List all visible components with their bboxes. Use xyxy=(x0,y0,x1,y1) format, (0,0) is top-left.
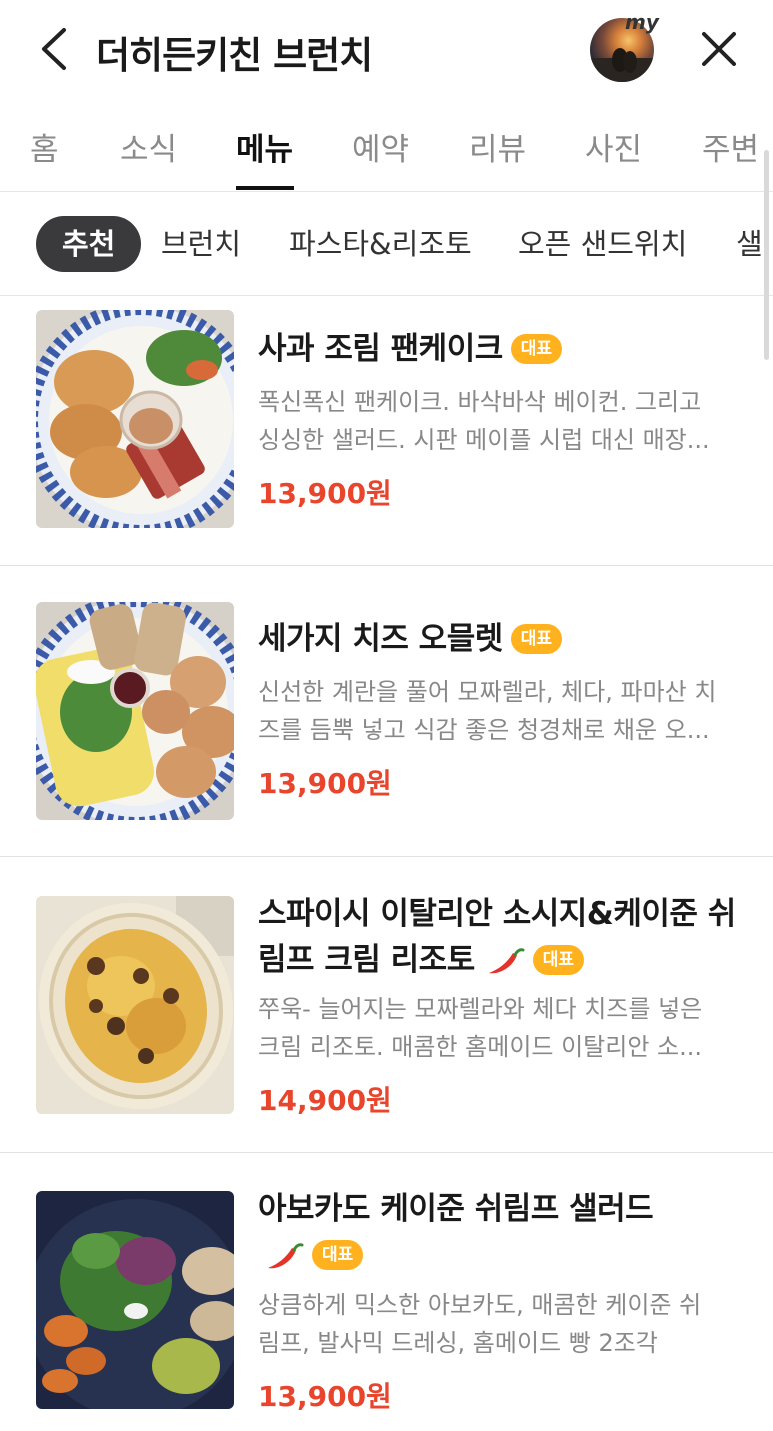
tab-news[interactable]: 소식 xyxy=(120,124,177,169)
description-line: 즈를 듬뿍 넣고 식감 좋은 청경채로 채운 오... xyxy=(258,716,710,744)
top-header: 더히든키친 브런치 my xyxy=(0,0,773,98)
page-title: 더히든키친 브런치 xyxy=(96,34,373,77)
tab-menu[interactable]: 메뉴 xyxy=(236,124,293,169)
menu-item-price: 14,900원 xyxy=(258,1084,392,1117)
chip-recommended[interactable]: 추천 xyxy=(36,216,142,272)
my-badge: my xyxy=(625,10,659,34)
signature-badge: 대표 xyxy=(510,624,563,654)
spicy-chili-icon xyxy=(268,1242,304,1268)
menu-item[interactable]: 스파이시 이탈리안 소시지&케이준 쉬 림프 크림 리조토 대표 쭈욱- 늘어지… xyxy=(0,857,773,1153)
description-line: 크림 리조토. 매콤한 홈메이드 이탈리안 소... xyxy=(258,1033,703,1061)
description-line: 쭈욱- 늘어지는 모짜렐라와 체다 치즈를 넣은 xyxy=(258,995,703,1023)
description-line: 싱싱한 샐러드. 시판 메이플 시럽 대신 매장... xyxy=(258,426,710,454)
menu-item-photo xyxy=(36,310,234,528)
menu-item-description: 신선한 계란을 풀어 모짜렐라, 체다, 파마산 치 즈를 듬뿍 넣고 식감 좋… xyxy=(258,673,738,749)
menu-item-name: 스파이시 이탈리안 소시지&케이준 쉬 림프 크림 리조토 대표 xyxy=(258,891,748,983)
menu-item-photo xyxy=(36,602,234,820)
menu-item-title-line2: 대표 xyxy=(258,1232,748,1278)
signature-badge: 대표 xyxy=(510,334,563,364)
signature-badge: 대표 xyxy=(312,1240,364,1270)
menu-item-price: 13,900원 xyxy=(258,767,392,800)
menu-item-title: 세가지 치즈 오믈렛 xyxy=(258,621,503,657)
menu-item-photo xyxy=(36,1191,234,1409)
tab-reviews[interactable]: 리뷰 xyxy=(469,124,526,169)
description-line: 상큼하게 믹스한 아보카도, 매콤한 케이준 쉬 xyxy=(258,1291,702,1319)
chip-open-sandwich[interactable]: 오픈 샌드위치 xyxy=(518,216,687,272)
menu-item-title: 아보카도 케이준 쉬림프 샐러드 xyxy=(258,1191,654,1227)
description-line: 폭신폭신 팬케이크. 바삭바삭 베이컨. 그리고 xyxy=(258,388,702,416)
menu-item-title: 스파이시 이탈리안 소시지&케이준 쉬 xyxy=(258,896,736,932)
menu-item-title: 림프 크림 리조토 xyxy=(258,942,475,978)
menu-item[interactable]: 사과 조림 팬케이크 대표 폭신폭신 팬케이크. 바삭바삭 베이컨. 그리고 싱싱… xyxy=(0,296,773,566)
close-icon[interactable] xyxy=(698,28,740,70)
signature-badge: 대표 xyxy=(532,945,585,975)
chip-pasta-risotto[interactable]: 파스타&리조토 xyxy=(289,216,472,272)
tab-reservation[interactable]: 예약 xyxy=(352,124,409,169)
menu-item-name: 세가지 치즈 오믈렛 대표 xyxy=(258,616,748,662)
menu-item-name: 사과 조림 팬케이크 대표 xyxy=(258,326,748,372)
menu-item[interactable]: 세가지 치즈 오믈렛 대표 신선한 계란을 풀어 모짜렐라, 체다, 파마산 치 … xyxy=(0,566,773,857)
description-line: 림프, 발사믹 드레싱, 홈메이드 빵 2조각 xyxy=(258,1329,658,1357)
tab-home[interactable]: 홈 xyxy=(30,124,59,169)
main-tabs: 홈 소식 메뉴 예약 리뷰 사진 주변 xyxy=(0,98,773,192)
category-chips: 추천 브런치 파스타&리조토 오픈 샌드위치 샐 xyxy=(0,192,773,296)
menu-item-description: 쭈욱- 늘어지는 모짜렐라와 체다 치즈를 넣은 크림 리조토. 매콤한 홈메이… xyxy=(258,990,738,1066)
active-tab-indicator xyxy=(236,186,294,190)
menu-item-title-line2: 림프 크림 리조토 대표 xyxy=(258,937,748,983)
menu-item-price: 13,900원 xyxy=(258,1380,392,1413)
menu-item-description: 상큼하게 믹스한 아보카도, 매콤한 케이준 쉬 림프, 발사믹 드레싱, 홈메… xyxy=(258,1286,738,1362)
description-line: 신선한 계란을 풀어 모짜렐라, 체다, 파마산 치 xyxy=(258,678,717,706)
menu-item-price: 13,900원 xyxy=(258,477,392,510)
spicy-chili-icon xyxy=(488,947,525,973)
chip-brunch[interactable]: 브런치 xyxy=(161,216,241,272)
back-arrow-icon[interactable] xyxy=(36,26,76,72)
menu-item-photo xyxy=(36,896,234,1114)
chip-salad[interactable]: 샐 xyxy=(736,216,763,272)
menu-item-title: 사과 조림 팬케이크 xyxy=(258,331,503,367)
tab-photos[interactable]: 사진 xyxy=(585,124,642,169)
menu-item-name: 아보카도 케이준 쉬림프 샐러드 대표 xyxy=(258,1186,748,1278)
tab-nearby[interactable]: 주변 xyxy=(702,124,759,169)
menu-item-description: 폭신폭신 팬케이크. 바삭바삭 베이컨. 그리고 싱싱한 샐러드. 시판 메이플… xyxy=(258,383,738,459)
menu-item[interactable]: 아보카도 케이준 쉬림프 샐러드 대표 상큼하게 믹스한 아보카도, 매콤한 케… xyxy=(0,1153,773,1431)
